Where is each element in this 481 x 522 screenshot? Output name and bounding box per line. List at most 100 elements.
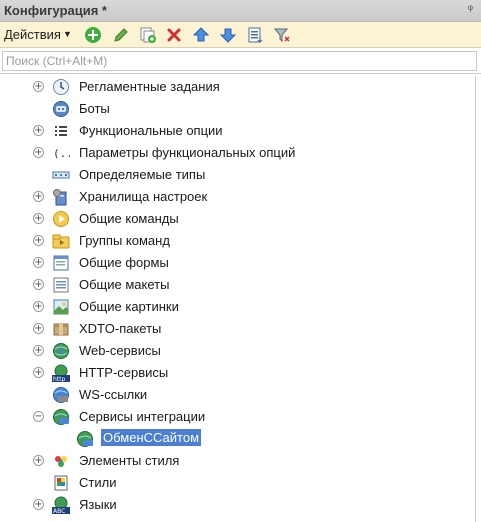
functional-options-params-icon: (..) xyxy=(53,147,70,160)
defined-types-icon xyxy=(52,171,70,179)
tree-item-label: Web-сервисы xyxy=(79,343,161,358)
tree-item[interactable]: − Сервисы интеграции xyxy=(0,406,476,428)
style-items-icon xyxy=(55,456,67,467)
http-services-icon: http xyxy=(52,364,70,382)
bots-icon xyxy=(53,101,69,117)
expand-icon[interactable]: + xyxy=(33,455,44,466)
xdto-packages-icon xyxy=(53,323,69,336)
tree-item-label: Параметры функциональных опций xyxy=(79,145,296,160)
tree-item[interactable]: + (..) Параметры функциональных опций xyxy=(0,142,476,164)
tree-item-label: Стили xyxy=(79,475,117,490)
tree-item[interactable]: + Общие макеты xyxy=(0,274,476,296)
tree-item-label: Языки xyxy=(79,497,117,512)
tree-item[interactable]: + XDTO-пакеты xyxy=(0,318,476,340)
delete-icon xyxy=(167,28,181,42)
command-groups-icon xyxy=(52,234,70,249)
scheduled-jobs-icon xyxy=(53,79,69,95)
tree-item-label: HTTP-сервисы xyxy=(79,365,169,380)
common-templates-icon xyxy=(53,277,69,293)
tree-item[interactable]: + Общие команды xyxy=(0,208,476,230)
tree-item[interactable]: Определяемые типы xyxy=(0,164,476,186)
tree-item[interactable]: + Функциональные опции xyxy=(0,120,476,142)
tree-item[interactable]: + Регламентные задания xyxy=(0,76,476,98)
expand-icon[interactable]: + xyxy=(33,301,44,312)
list-button[interactable] xyxy=(245,25,265,45)
copy-icon xyxy=(140,27,156,43)
search-input[interactable] xyxy=(2,51,477,71)
web-services-icon xyxy=(53,343,69,359)
chevron-down-icon: ▼ xyxy=(62,29,72,39)
settings-storage-icon xyxy=(53,189,67,206)
edit-icon xyxy=(114,28,128,42)
functional-options-icon xyxy=(55,126,67,136)
tree-item-label: ОбменССайтом xyxy=(101,429,202,446)
tree-item[interactable]: + Общие картинки xyxy=(0,296,476,318)
common-pictures-icon xyxy=(53,299,69,315)
styles-icon xyxy=(54,475,68,491)
move-up-icon xyxy=(192,27,210,42)
tree-item[interactable]: WS-ссылки xyxy=(0,384,476,406)
toolbar: Действия ▼ xyxy=(0,22,481,48)
add-button[interactable] xyxy=(83,25,103,45)
tree-item[interactable]: Боты xyxy=(0,98,476,120)
tree-item-label: Боты xyxy=(79,101,110,116)
title-bar: Конфигурация * ᵠ xyxy=(0,0,481,22)
ws-references-icon xyxy=(53,387,69,403)
window-title: Конфигурация * xyxy=(4,3,107,18)
expand-icon[interactable]: + xyxy=(33,499,44,510)
filter-button[interactable] xyxy=(272,25,292,45)
tree-item-label: WS-ссылки xyxy=(79,387,148,402)
tree-item-label: Общие картинки xyxy=(79,299,179,314)
expand-icon[interactable]: + xyxy=(33,235,44,246)
tree-item[interactable]: + Группы команд xyxy=(0,230,476,252)
copy-button[interactable] xyxy=(138,25,158,45)
expand-icon[interactable]: + xyxy=(33,323,44,334)
actions-menu-button[interactable]: Действия ▼ xyxy=(4,27,72,42)
svg-text:ABC: ABC xyxy=(53,508,65,514)
tree-item[interactable]: + Хранилища настроек xyxy=(0,186,476,208)
tree-item[interactable]: Стили xyxy=(0,472,476,494)
tree-item-label: Группы команд xyxy=(79,233,170,248)
tree-item-label: Хранилища настроек xyxy=(79,189,208,204)
integration-service-item-icon xyxy=(77,431,93,447)
add-icon xyxy=(85,27,101,43)
move-down-icon xyxy=(219,28,237,43)
tree-item-label: Элементы стиля xyxy=(79,453,180,468)
tree-item[interactable]: + Общие формы xyxy=(0,252,476,274)
list-icon xyxy=(248,27,263,43)
expand-icon[interactable]: + xyxy=(33,81,44,92)
common-commands-icon xyxy=(53,211,69,227)
search-bar xyxy=(0,49,481,74)
filter-icon xyxy=(273,28,290,43)
configuration-tree[interactable]: + Регламентные задания Боты + Функциональные… xyxy=(0,76,476,522)
expand-icon[interactable]: + xyxy=(33,279,44,290)
tree-item[interactable]: ОбменССайтом xyxy=(0,428,476,450)
pin-icon[interactable]: ᵠ xyxy=(468,2,473,16)
tree-item-label: Функциональные опции xyxy=(79,123,223,138)
tree-item[interactable]: + Web-сервисы xyxy=(0,340,476,362)
tree-item[interactable]: + Элементы стиля xyxy=(0,450,476,472)
collapse-icon[interactable]: − xyxy=(33,411,44,422)
expand-icon[interactable]: + xyxy=(33,257,44,268)
expand-icon[interactable]: + xyxy=(33,191,44,202)
expand-icon[interactable]: + xyxy=(33,125,44,136)
expand-icon[interactable]: + xyxy=(33,147,44,158)
languages-icon: ABC xyxy=(52,496,70,514)
expand-icon[interactable]: + xyxy=(33,367,44,378)
expand-icon[interactable]: + xyxy=(33,213,44,224)
delete-button[interactable] xyxy=(164,25,184,45)
edit-button[interactable] xyxy=(111,25,131,45)
svg-text:http: http xyxy=(53,376,66,382)
tree-item-label: XDTO-пакеты xyxy=(79,321,162,336)
tree-item-label: Общие команды xyxy=(79,211,179,226)
actions-label: Действия xyxy=(4,27,61,42)
tree-item-label: Общие макеты xyxy=(79,277,170,292)
move-down-button[interactable] xyxy=(218,25,238,45)
svg-text:(..): (..) xyxy=(53,147,70,160)
tree-item-label: Общие формы xyxy=(79,255,169,270)
tree-item[interactable]: + ABC Языки xyxy=(0,494,476,516)
move-up-button[interactable] xyxy=(191,25,211,45)
expand-icon[interactable]: + xyxy=(33,345,44,356)
tree-item[interactable]: + http HTTP-сервисы xyxy=(0,362,476,384)
tree-item-label: Определяемые типы xyxy=(79,167,206,182)
